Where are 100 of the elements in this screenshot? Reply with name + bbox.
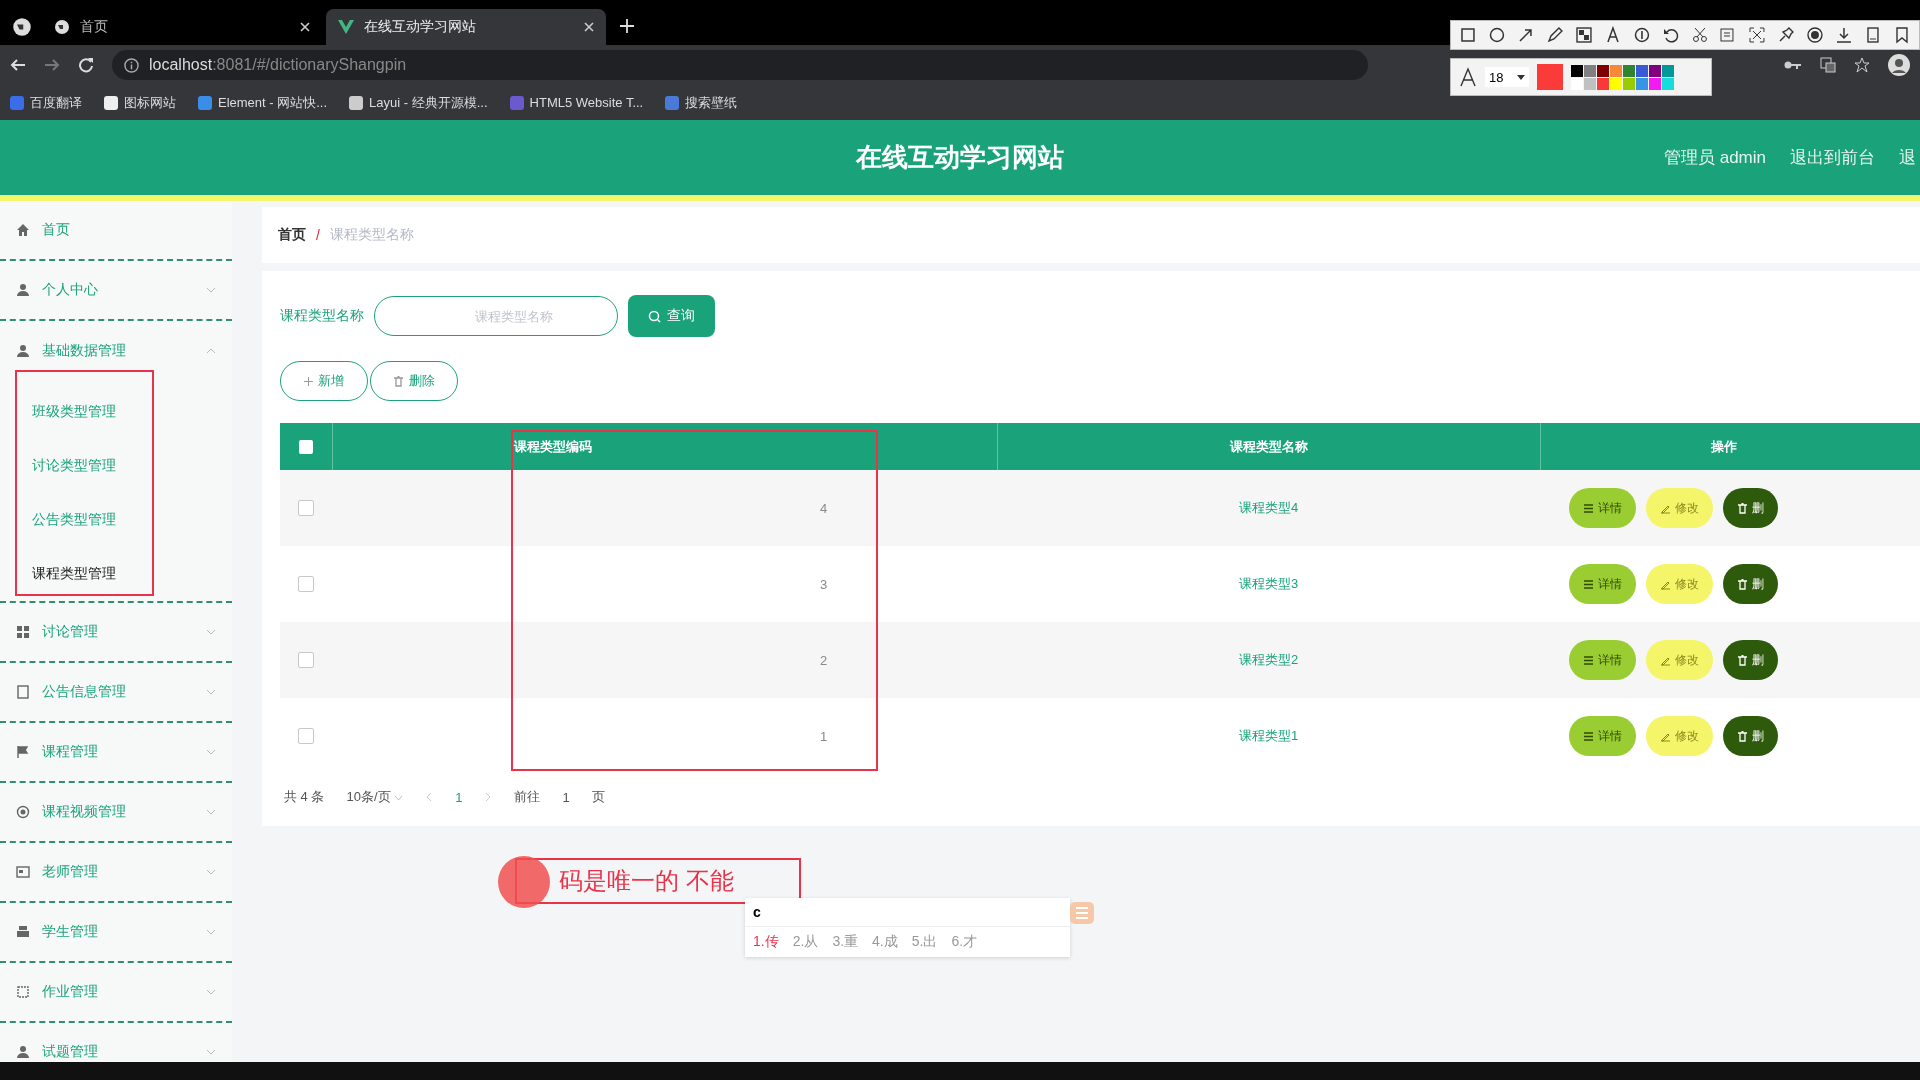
browser-tab[interactable]: 在线互动学习网站 [326, 9, 606, 45]
sidebar-item[interactable]: 基础数据管理 [0, 321, 232, 381]
download-icon[interactable] [1835, 26, 1854, 44]
back-icon[interactable] [10, 57, 26, 73]
color-swatch[interactable] [1571, 64, 1583, 77]
checkbox[interactable] [298, 500, 314, 517]
ime-candidate[interactable]: 1.传 [753, 933, 779, 951]
color-swatch[interactable] [1636, 77, 1648, 90]
pencil-icon[interactable] [1545, 26, 1564, 44]
edit-button[interactable]: 修改 [1646, 716, 1713, 756]
close-icon[interactable] [300, 22, 310, 32]
forward-icon[interactable] [44, 57, 60, 73]
profile-icon[interactable] [1888, 54, 1910, 76]
sidebar-item[interactable]: 首页 [0, 201, 232, 261]
delete-button[interactable]: 删 [1723, 716, 1778, 756]
submenu-item[interactable]: 班级类型管理 [16, 385, 216, 439]
sidebar-item[interactable]: 课程管理 [0, 723, 232, 783]
reload-icon[interactable] [78, 57, 94, 73]
breadcrumb-link[interactable]: 首页 [278, 226, 306, 244]
color-swatch[interactable] [1571, 77, 1583, 90]
sidebar-item[interactable]: 课程视频管理 [0, 783, 232, 843]
page-size-select[interactable]: 10条/页 [346, 788, 404, 806]
edit-button[interactable]: 修改 [1646, 564, 1713, 604]
chevron-icon [206, 689, 216, 695]
sidebar-item[interactable]: 老师管理 [0, 843, 232, 903]
page-number[interactable]: 1 [455, 789, 463, 805]
checkbox[interactable] [298, 652, 314, 669]
ime-candidate[interactable]: 4.成 [872, 933, 898, 951]
bookmark[interactable]: 百度翻译 [10, 93, 82, 112]
ime-candidate[interactable]: 3.重 [832, 933, 859, 951]
checkbox[interactable] [298, 728, 314, 745]
ime-candidate[interactable]: 5.出 [911, 933, 938, 951]
circle-icon[interactable] [1487, 26, 1506, 44]
page-input[interactable]: 1 [562, 789, 570, 805]
translate-icon[interactable] [1820, 57, 1836, 73]
search-button[interactable]: 查询 [628, 295, 715, 337]
font-size-select[interactable]: 18 [1485, 67, 1529, 87]
submenu-item[interactable]: 讨论类型管理 [16, 439, 216, 493]
sidebar-item[interactable]: 讨论管理 [0, 603, 232, 663]
checkbox[interactable] [298, 440, 313, 455]
bookmark[interactable]: 搜索壁纸 [665, 93, 738, 112]
delete-button[interactable]: 删除 [370, 361, 458, 401]
detail-button[interactable]: 详情 [1569, 716, 1636, 756]
bookmark[interactable]: 图标网站 [104, 93, 176, 112]
color-swatch[interactable] [1623, 64, 1635, 77]
rectangle-icon[interactable] [1459, 26, 1477, 44]
delete-button[interactable]: 删 [1723, 564, 1778, 604]
color-swatch[interactable] [1636, 64, 1648, 77]
color-swatch[interactable] [1584, 64, 1596, 77]
header-link[interactable]: 退出到前台 [1790, 146, 1875, 169]
list-icon [1583, 654, 1594, 666]
add-button[interactable]: 新增 [280, 361, 368, 401]
key-icon[interactable] [1784, 59, 1802, 71]
ime-candidate[interactable]: 2.从 [792, 933, 819, 951]
sidebar-item[interactable]: 个人中心 [0, 261, 232, 321]
search-field[interactable]: 课程类型名称 [374, 296, 618, 336]
submenu-item[interactable]: 课程类型管理 [16, 547, 216, 601]
close-icon[interactable] [584, 22, 594, 32]
current-color-swatch[interactable] [1537, 64, 1563, 90]
detail-button[interactable]: 详情 [1569, 564, 1636, 604]
sidebar-item[interactable]: 作业管理 [0, 963, 232, 1023]
edit-button[interactable]: 修改 [1646, 488, 1713, 528]
color-swatch[interactable] [1584, 77, 1596, 90]
color-swatch[interactable] [1662, 64, 1674, 77]
number-icon[interactable] [1632, 26, 1651, 44]
header-link[interactable]: 退 [1899, 146, 1916, 169]
plus-icon[interactable] [620, 19, 634, 33]
submenu-item[interactable]: 公告类型管理 [16, 493, 216, 547]
undo-icon[interactable] [1661, 26, 1680, 44]
color-swatch[interactable] [1649, 64, 1661, 77]
scissors-icon[interactable] [1690, 26, 1709, 44]
bookmark[interactable]: Layui - 经典开源模... [349, 93, 488, 112]
color-swatch[interactable] [1662, 77, 1674, 90]
delete-button[interactable]: 删 [1723, 488, 1778, 528]
list-icon [1583, 502, 1594, 514]
checkbox[interactable] [298, 576, 314, 593]
detail-button[interactable]: 详情 [1569, 640, 1636, 680]
bookmark[interactable]: Element - 网站快... [198, 93, 328, 112]
globe-icon[interactable] [12, 17, 32, 37]
address-bar[interactable]: localhost:8081/#/dictionaryShangpin [112, 50, 1368, 80]
detail-button[interactable]: 详情 [1569, 488, 1636, 528]
sidebar-item[interactable]: 学生管理 [0, 903, 232, 963]
delete-button[interactable]: 删 [1723, 640, 1778, 680]
ime-candidate[interactable]: 6.才 [951, 933, 978, 951]
bookmark-icon[interactable] [1893, 26, 1911, 44]
mosaic-icon[interactable] [1574, 26, 1593, 44]
color-swatch[interactable] [1610, 64, 1622, 77]
bookmark[interactable]: HTML5 Website T... [509, 95, 644, 110]
expand-icon[interactable] [1748, 26, 1767, 44]
color-swatch[interactable] [1597, 64, 1609, 77]
pin-icon[interactable] [1777, 26, 1796, 44]
color-swatch[interactable] [1623, 77, 1635, 90]
color-swatch[interactable] [1649, 77, 1661, 90]
edit-button[interactable]: 修改 [1646, 640, 1713, 680]
star-icon[interactable] [1854, 57, 1870, 73]
color-swatch[interactable] [1610, 77, 1622, 90]
sidebar-item[interactable]: 公告信息管理 [0, 663, 232, 723]
browser-tab[interactable]: 首页 [42, 9, 322, 45]
record-icon[interactable] [1806, 26, 1825, 44]
color-swatch[interactable] [1597, 77, 1609, 90]
